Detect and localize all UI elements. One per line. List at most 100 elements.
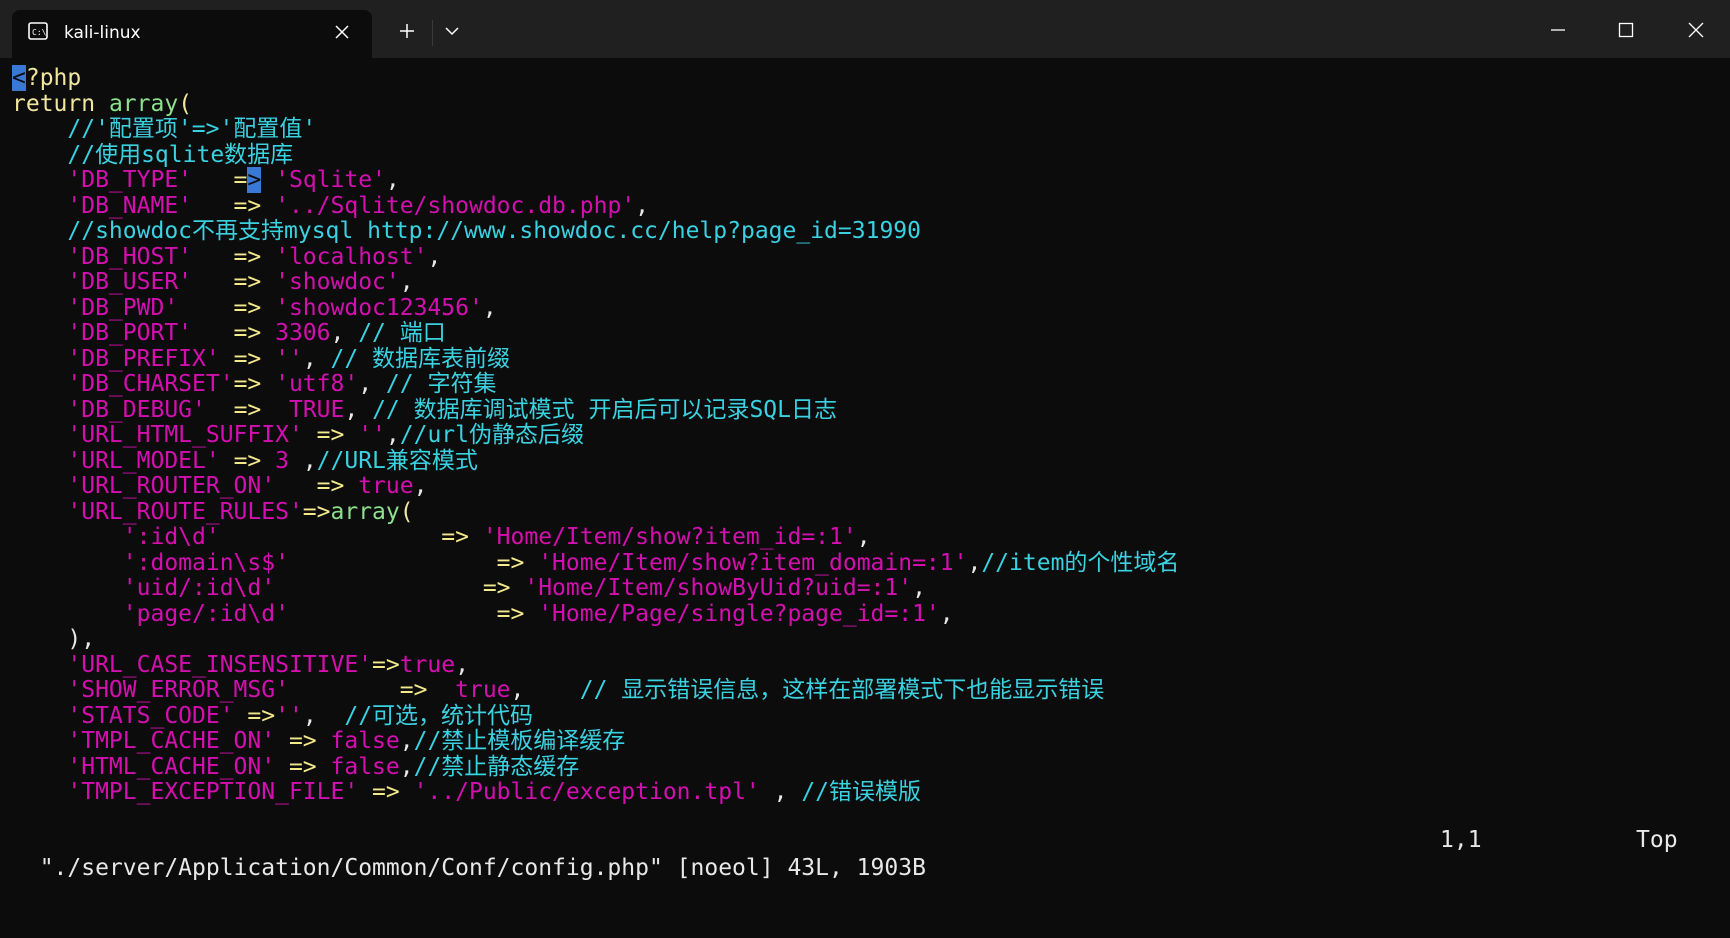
code-line: 'TMPL_EXCEPTION_FILE' => '../Public/exce… [12,778,921,806]
close-window-button[interactable] [1668,10,1724,50]
code-line: ':domain\s$' => 'Home/Item/show?item_dom… [12,549,1180,577]
code-token: => [288,549,539,576]
code-token: array [330,498,400,525]
code-line: 'STATS_CODE' =>'', //可选，统计代码 [12,702,533,730]
code-token: TRUE [288,396,345,423]
code-line: 'DB_NAME' => '../Sqlite/showdoc.db.php', [12,192,649,220]
code-token: '' [358,422,386,448]
code-token: //禁止模板编译缓存 [413,728,626,754]
code-line: //'配置项'=>'配置值' [12,115,316,143]
code-token: 'URL_CASE_INSENSITIVE' [67,651,373,678]
code-token: 'Sqlite' [275,167,386,193]
chevron-down-icon [445,27,459,36]
tab-kali-linux[interactable]: C:\ kali-linux [12,10,372,58]
code-line: 'page/:id\d' => 'Home/Page/single?page_i… [12,600,954,628]
code-token: ':domain\s$' [122,549,289,576]
code-token: , [358,371,386,397]
code-token: 'URL_ROUTE_RULES' [67,498,303,525]
code-token: => [358,779,414,805]
code-token: => [288,600,539,627]
code-line: 'DB_PORT' => 3306, // 端口 [12,319,446,347]
code-line: 'DB_TYPE' => 'Sqlite', [12,166,400,194]
code-token: => [288,677,456,703]
code-token: 'DB_USER' [67,269,193,295]
code-token: 'DB_CHARSET' [67,371,234,397]
code-token: 'showdoc' [275,269,400,295]
new-tab-button[interactable] [393,17,421,45]
tab-dropdown-button[interactable] [438,17,466,45]
code-token: , [427,243,442,270]
code-token: ?php [25,65,82,91]
code-token: // 数据库表前缀 [330,345,511,372]
code-token: 'TMPL_EXCEPTION_FILE' [67,779,359,805]
vim-status-line: "./server/Application/Common/Conf/config… [12,826,1718,881]
tab-close-button[interactable] [330,20,354,44]
code-token: 'Home/Page/single?page_id=:1' [538,600,940,627]
code-line: ':id\d' => 'Home/Item/show?item_id=:1', [12,523,871,551]
tab-title: kali-linux [64,23,141,43]
code-line: ), [12,625,95,653]
code-token: => [192,192,276,219]
code-token: 'Home/Item/show?item_domain=:1' [538,549,968,576]
code-token: false [330,728,400,754]
code-token: 'Home/Item/showByUid?uid=:1' [524,575,913,601]
code-token: //使用sqlite数据库 [12,141,294,168]
maximize-icon [1618,22,1634,38]
code-line: 'URL_HTML_SUFFIX' => '',//url伪静态后缀 [12,421,584,449]
code-token: '' [275,345,303,372]
code-token: => [302,422,359,448]
close-icon [335,25,349,39]
code-token: , [344,396,373,423]
code-token: => [219,345,276,372]
code-token: , [635,192,649,219]
code-token: 'page/:id\d' [122,600,289,627]
code-token: '../Public/exception.tpl' [413,779,760,805]
code-token: //错误模版 [801,779,922,805]
code-token: , [385,422,400,448]
code-token: false [330,753,400,780]
code-line: 'DB_DEBUG' => TRUE, // 数据库调试模式 开启后可以记录SQ… [12,396,837,424]
code-token: 'DB_PWD' [67,294,179,321]
code-token: , [399,728,414,754]
code-token: => [192,269,276,295]
code-token: , [856,524,871,550]
code-token: // 显示错误信息，这样在部署模式下也能显示错误 [579,677,1105,703]
text-cursor: < [12,65,26,91]
code-line: 'TMPL_CACHE_ON' => false,//禁止模板编译缓存 [12,727,625,755]
code-token: => [205,396,289,423]
code-token: // 数据库调试模式 开启后可以记录SQL日志 [372,396,837,423]
code-token: 'TMPL_CACHE_ON' [67,728,276,754]
code-token: //'配置项'=>'配置值' [12,116,317,142]
code-token: => [219,524,483,550]
code-token: true [399,651,456,678]
status-cursor-position: 1,1 [1440,827,1482,853]
code-token: => [219,447,276,474]
code-token: '../Sqlite/showdoc.db.php' [275,192,636,219]
code-token: 'SHOW_ERROR_MSG' [67,677,289,703]
code-token: => [372,651,400,678]
close-icon [1688,22,1704,38]
code-token: , [455,651,469,678]
minimize-icon [1551,29,1565,31]
code-token: ':id\d' [122,524,220,550]
code-token: => [192,320,276,346]
minimize-button[interactable] [1530,10,1586,50]
code-token: // 端口 [358,320,446,346]
code-line: 'URL_ROUTER_ON' => true, [12,472,427,500]
terminal-editor[interactable]: <?php return array( //'配置项'=>'配置值' //使用sq… [0,58,1730,923]
text-cursor: > [247,167,262,193]
maximize-button[interactable] [1598,10,1654,50]
